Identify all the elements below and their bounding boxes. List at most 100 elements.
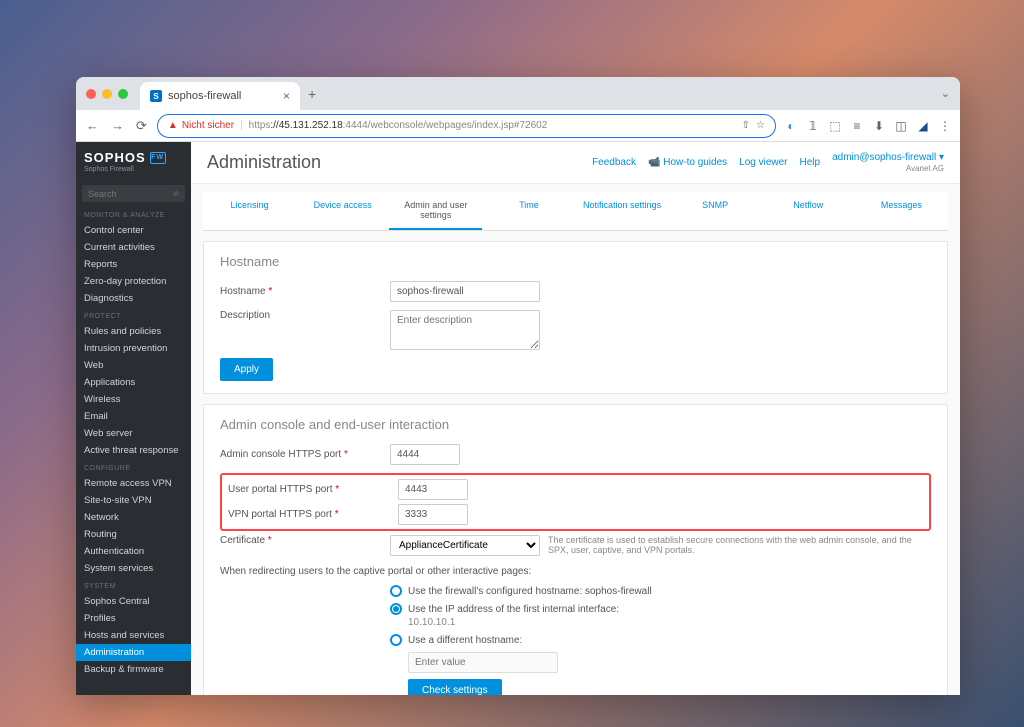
new-tab-button[interactable]: + xyxy=(308,86,316,102)
share-icon[interactable]: ⇧ xyxy=(742,120,750,131)
sidebar-item-current-activities[interactable]: Current activities xyxy=(76,239,191,256)
sidebar-section-header: PROTECT xyxy=(76,307,191,323)
radio-custom[interactable]: Use a different hostname: xyxy=(390,634,931,646)
user-menu[interactable]: admin@sophos-firewall ▾ Avanet AG xyxy=(832,152,944,173)
page-title: Administration xyxy=(207,152,321,173)
sidebar-search[interactable]: ⌕ xyxy=(82,185,185,202)
sidebar-item-active-threat-response[interactable]: Active threat response xyxy=(76,442,191,459)
sidebar-item-network[interactable]: Network xyxy=(76,509,191,526)
description-label: Description xyxy=(220,310,390,321)
tab-snmp[interactable]: SNMP xyxy=(669,192,762,230)
browser-toolbar: ← → ⟳ ▲ Nicht sicher | https ://45.131.2… xyxy=(76,110,960,142)
sidebar-item-applications[interactable]: Applications xyxy=(76,374,191,391)
sidebar-item-email[interactable]: Email xyxy=(76,408,191,425)
feedback-link[interactable]: Feedback xyxy=(592,157,636,168)
brand-logo: SOPHOS FW xyxy=(84,150,183,165)
tabs-bar: LicensingDevice accessAdmin and user set… xyxy=(203,192,948,231)
vpn-port-input[interactable] xyxy=(398,504,468,525)
brand-badge: FW xyxy=(150,152,166,164)
panel-title-hostname: Hostname xyxy=(220,254,931,269)
sidebar-item-intrusion-prevention[interactable]: Intrusion prevention xyxy=(76,340,191,357)
brand-subtitle: Sophos Firewall xyxy=(84,166,183,173)
sidebar-item-web-server[interactable]: Web server xyxy=(76,425,191,442)
traffic-lights xyxy=(86,89,128,99)
user-port-input[interactable] xyxy=(398,479,468,500)
log-viewer-link[interactable]: Log viewer xyxy=(739,157,787,168)
sidebar-item-hosts-and-services[interactable]: Hosts and services xyxy=(76,627,191,644)
content-scroll[interactable]: Hostname Hostname * Description Apply Ad… xyxy=(191,231,960,695)
sidebar-item-system-services[interactable]: System services xyxy=(76,560,191,577)
sidebar-item-control-center[interactable]: Control center xyxy=(76,222,191,239)
vpn-port-label: VPN portal HTTPS port * xyxy=(228,509,398,520)
ext-icon-6[interactable]: ◢ xyxy=(916,119,930,133)
tab-close-button[interactable]: × xyxy=(283,89,290,103)
tab-messages[interactable]: Messages xyxy=(855,192,948,230)
security-warning: Nicht sicher xyxy=(182,120,234,131)
sidebar: SOPHOS FW Sophos Firewall ⌕ MONITOR & AN… xyxy=(76,142,191,695)
tab-licensing[interactable]: Licensing xyxy=(203,192,296,230)
sidebar-item-administration[interactable]: Administration xyxy=(76,644,191,661)
certificate-select[interactable]: ApplianceCertificate xyxy=(390,535,540,556)
sidebar-item-backup-firmware[interactable]: Backup & firmware xyxy=(76,661,191,678)
radio-ip[interactable]: Use the IP address of the first internal… xyxy=(390,603,931,615)
browser-menu-icon[interactable]: ⋮ xyxy=(938,119,952,133)
sidebar-section-header: SYSTEM xyxy=(76,577,191,593)
sidebar-item-authentication[interactable]: Authentication xyxy=(76,543,191,560)
radio-icon xyxy=(390,634,402,646)
close-window-button[interactable] xyxy=(86,89,96,99)
sidebar-item-sophos-central[interactable]: Sophos Central xyxy=(76,593,191,610)
tab-netflow[interactable]: Netflow xyxy=(762,192,855,230)
ext-icon-2[interactable]: 𝟙 xyxy=(806,119,820,133)
apply-hostname-button[interactable]: Apply xyxy=(220,358,273,381)
sidebar-item-remote-access-vpn[interactable]: Remote access VPN xyxy=(76,475,191,492)
radio-hostname[interactable]: Use the firewall's configured hostname: … xyxy=(390,585,931,597)
hostname-input[interactable] xyxy=(390,281,540,302)
sidebar-item-reports[interactable]: Reports xyxy=(76,256,191,273)
tab-favicon: S xyxy=(150,90,162,102)
tab-device-access[interactable]: Device access xyxy=(296,192,389,230)
header-links: Feedback 📹 How-to guides Log viewer Help… xyxy=(592,152,944,173)
back-button[interactable]: ← xyxy=(84,116,101,135)
ext-icon-4[interactable]: ⬇ xyxy=(872,119,886,133)
maximize-window-button[interactable] xyxy=(118,89,128,99)
sidebar-item-wireless[interactable]: Wireless xyxy=(76,391,191,408)
tab-admin-and-user-settings[interactable]: Admin and user settings xyxy=(389,192,482,230)
admin-port-input[interactable] xyxy=(390,444,460,465)
insecure-icon: ▲ xyxy=(168,120,178,131)
sidebar-search-input[interactable] xyxy=(88,189,173,199)
ext-icon-3[interactable]: ≡ xyxy=(850,119,864,133)
sidebar-item-diagnostics[interactable]: Diagnostics xyxy=(76,290,191,307)
minimize-window-button[interactable] xyxy=(102,89,112,99)
extensions-icon[interactable]: ⬚ xyxy=(828,119,842,133)
sidebar-section-header: MONITOR & ANALYZE xyxy=(76,206,191,222)
help-link[interactable]: Help xyxy=(800,157,821,168)
certificate-help: The certificate is used to establish sec… xyxy=(548,535,931,555)
reload-button[interactable]: ⟳ xyxy=(134,116,149,136)
sidebar-item-rules-and-policies[interactable]: Rules and policies xyxy=(76,323,191,340)
sidebar-item-site-to-site-vpn[interactable]: Site-to-site VPN xyxy=(76,492,191,509)
tab-time[interactable]: Time xyxy=(482,192,575,230)
radio-ip-value: 10.10.10.1 xyxy=(408,617,931,628)
description-textarea[interactable] xyxy=(390,310,540,350)
sidebar-item-routing[interactable]: Routing xyxy=(76,526,191,543)
forward-button[interactable]: → xyxy=(109,116,126,135)
check-settings-button[interactable]: Check settings xyxy=(408,679,502,695)
radio-icon xyxy=(390,585,402,597)
browser-tab[interactable]: S sophos-firewall × xyxy=(140,82,300,110)
custom-hostname-input[interactable] xyxy=(408,652,558,673)
search-icon: ⌕ xyxy=(173,188,179,199)
ext-icon-1[interactable]: ◐ xyxy=(784,119,798,133)
sidebar-item-web[interactable]: Web xyxy=(76,357,191,374)
hostname-panel: Hostname Hostname * Description Apply xyxy=(203,241,948,394)
tabs-dropdown[interactable]: ⌄ xyxy=(941,87,950,100)
app-container: SOPHOS FW Sophos Firewall ⌕ MONITOR & AN… xyxy=(76,142,960,695)
sidebar-item-profiles[interactable]: Profiles xyxy=(76,610,191,627)
sidebar-item-zero-day-protection[interactable]: Zero-day protection xyxy=(76,273,191,290)
bookmark-icon[interactable]: ☆ xyxy=(756,120,765,131)
sidebar-section-header: CONFIGURE xyxy=(76,459,191,475)
howto-link[interactable]: 📹 How-to guides xyxy=(648,157,727,168)
address-bar[interactable]: ▲ Nicht sicher | https ://45.131.252.18 … xyxy=(157,114,776,138)
tab-title: sophos-firewall xyxy=(168,90,241,102)
ext-icon-5[interactable]: ◫ xyxy=(894,119,908,133)
tab-notification-settings[interactable]: Notification settings xyxy=(576,192,669,230)
